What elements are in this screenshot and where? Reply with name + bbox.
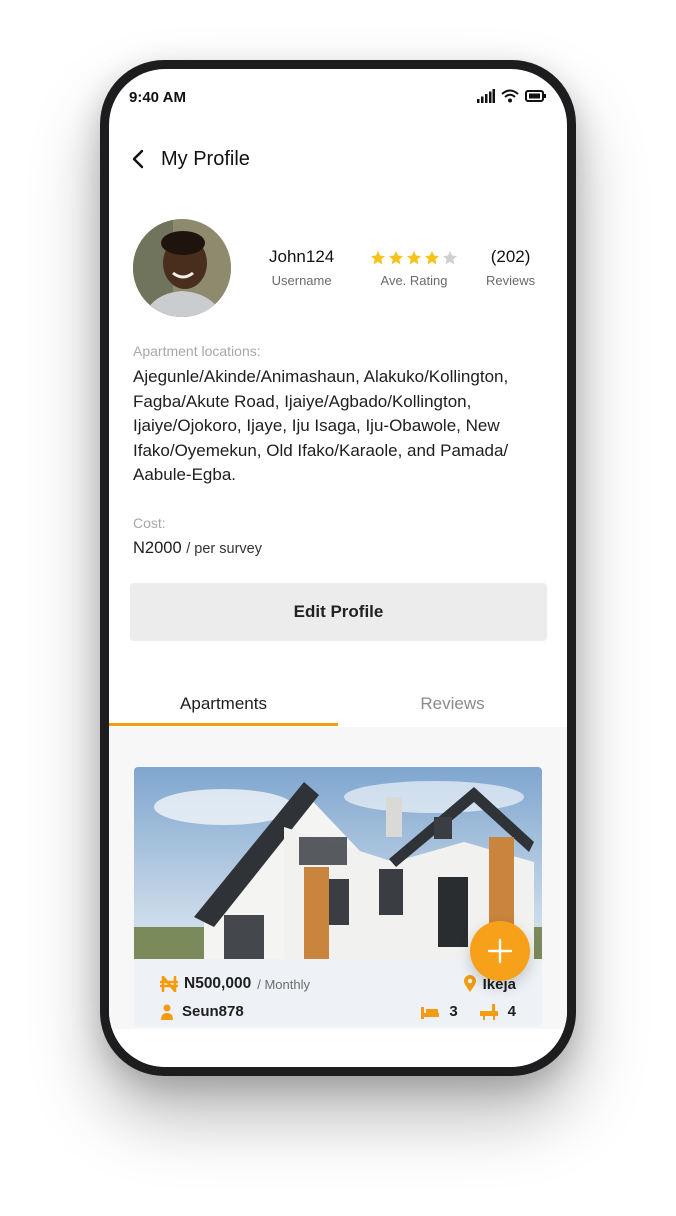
edit-profile-button[interactable]: Edit Profile	[130, 583, 547, 641]
user-icon	[161, 1004, 173, 1020]
cost-label: Cost:	[133, 515, 166, 531]
tab-apartments[interactable]: Apartments	[109, 687, 338, 727]
app-screen: 9:40 AM My Profile John124 Username Ave.…	[109, 69, 567, 1067]
naira-icon	[160, 976, 178, 992]
bathrooms-count: 4	[507, 1003, 516, 1020]
reviews-count: (202)	[490, 247, 531, 266]
cost-unit: / per survey	[186, 541, 262, 557]
reviews-label: Reviews	[486, 273, 536, 288]
apartment-period: / Monthly	[257, 976, 310, 992]
back-arrow-icon[interactable]	[131, 147, 149, 171]
owner-row: Seun878	[160, 1003, 244, 1020]
cost-amount: N2000	[133, 539, 182, 557]
wifi-icon	[501, 89, 519, 103]
tab-reviews[interactable]: Reviews	[338, 687, 567, 727]
status-bar: 9:40 AM	[109, 69, 567, 129]
status-time: 9:40 AM	[129, 89, 186, 106]
star-filled-icon	[425, 251, 439, 265]
apartment-card[interactable]: N500,000 / Monthly Ikeja Seun878 3 4	[134, 767, 542, 1027]
username-label: Username	[271, 273, 332, 288]
phone-frame: 9:40 AM My Profile John124 Username Ave.…	[100, 60, 576, 1076]
page-header: My Profile	[131, 147, 250, 171]
apartment-price: N500,000	[184, 975, 252, 992]
username-value: John124	[269, 247, 335, 266]
rating-label: Ave. Rating	[380, 273, 448, 288]
apartment-owner: Seun878	[182, 1003, 244, 1020]
bed-icon	[421, 1006, 440, 1019]
locations-text: Ajegunle/Akinde/Animashaun, Alakuko/Koll…	[133, 367, 509, 484]
avatar	[133, 219, 231, 317]
price-row: N500,000 / Monthly	[160, 975, 310, 993]
star-filled-icon	[407, 251, 421, 265]
locations-label: Apartment locations:	[133, 343, 261, 359]
bedrooms-count: 3	[449, 1003, 458, 1020]
bottom-area	[109, 1029, 567, 1067]
star-filled-icon	[389, 251, 403, 265]
rating-stat: Ave. Rating	[370, 247, 458, 288]
star-filled-icon	[371, 251, 385, 265]
plus-icon	[487, 938, 513, 964]
username-stat: John124 Username	[269, 247, 334, 288]
status-icons	[477, 89, 547, 103]
battery-icon	[525, 90, 546, 102]
bathtub-icon	[479, 1003, 498, 1020]
profile-tabs: Apartments Reviews	[109, 687, 567, 727]
location-pin-icon	[463, 975, 476, 992]
active-tab-indicator	[109, 723, 338, 726]
reviews-stat: (202) Reviews	[486, 247, 535, 288]
add-apartment-button[interactable]	[470, 921, 530, 981]
apartments-list: N500,000 / Monthly Ikeja Seun878 3 4	[109, 727, 567, 1029]
signal-icon	[477, 89, 495, 103]
star-empty-icon	[443, 251, 457, 265]
page-title: My Profile	[161, 147, 250, 170]
cost-row: N2000 / per survey	[133, 539, 262, 558]
apartment-features: 3 4	[421, 1003, 516, 1020]
rating-stars	[370, 247, 458, 269]
